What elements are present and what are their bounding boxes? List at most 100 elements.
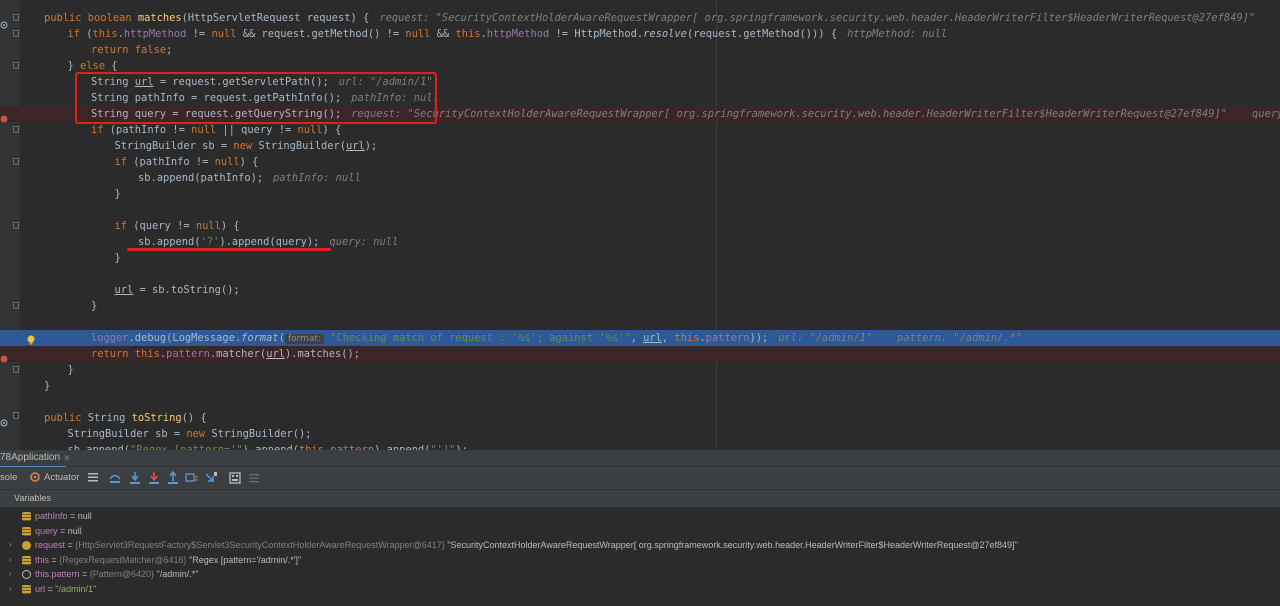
breakpoint-icon[interactable] bbox=[0, 348, 8, 363]
variable-value: "SecurityContextHolderAwareRequestWrappe… bbox=[447, 540, 1018, 550]
override-icon[interactable] bbox=[0, 412, 8, 427]
equals-sign: = bbox=[65, 540, 76, 550]
fold-marker-icon[interactable] bbox=[13, 126, 19, 133]
code-token: return this bbox=[91, 348, 160, 360]
variable-row[interactable]: › this.pattern = {Pattern@6420} "/admin/.… bbox=[0, 567, 1280, 582]
code-token: , bbox=[661, 332, 675, 344]
code-token: new bbox=[233, 140, 259, 152]
code-editor[interactable]: public boolean matches(HttpServletReques… bbox=[0, 0, 1280, 450]
variable-value: "Regex [pattern='/admin/.*']" bbox=[189, 554, 302, 565]
expand-chevron-icon[interactable]: › bbox=[9, 553, 12, 568]
console-tab[interactable]: sole bbox=[0, 467, 17, 489]
code-line[interactable] bbox=[0, 202, 1280, 218]
code-line[interactable]: public boolean matches(HttpServletReques… bbox=[0, 10, 1280, 26]
layout-settings-icon[interactable] bbox=[247, 471, 261, 485]
code-token: StringBuilder sb = bbox=[114, 140, 234, 152]
override-icon[interactable] bbox=[0, 14, 8, 29]
code-line[interactable]: } bbox=[0, 250, 1280, 266]
code-line[interactable]: if (pathInfo != null || query != null) { bbox=[0, 122, 1280, 138]
debug-session-tab[interactable]: 78Application bbox=[0, 450, 67, 468]
code-token: if bbox=[114, 156, 134, 168]
code-line[interactable]: url = sb.toString(); bbox=[0, 282, 1280, 298]
step-out-icon[interactable] bbox=[166, 470, 180, 485]
variables-title: Variables bbox=[14, 493, 51, 503]
fold-marker-icon[interactable] bbox=[13, 158, 19, 165]
code-token: httpMethod bbox=[123, 28, 187, 40]
breakpoint-icon[interactable] bbox=[0, 108, 8, 123]
step-over-icon[interactable] bbox=[108, 471, 122, 485]
code-token: return false bbox=[91, 44, 167, 56]
code-line[interactable]: StringBuilder sb = new StringBuilder(url… bbox=[0, 138, 1280, 154]
fold-marker-icon[interactable] bbox=[13, 302, 19, 309]
inline-debug-value: request: "SecurityContextHolderAwareRequ… bbox=[351, 108, 1280, 120]
code-line[interactable]: return false; bbox=[0, 42, 1280, 58]
code-token: != bbox=[186, 28, 212, 40]
expand-chevron-icon[interactable]: › bbox=[9, 582, 12, 597]
variable-entry: query = null bbox=[35, 524, 82, 539]
code-line[interactable]: if (pathInfo != null) { bbox=[0, 154, 1280, 170]
actuator-tab[interactable]: Actuator bbox=[44, 467, 79, 489]
code-line[interactable]: StringBuilder sb = new StringBuilder(); bbox=[0, 426, 1280, 442]
fold-marker-icon[interactable] bbox=[13, 222, 19, 229]
code-line[interactable]: sb.append(pathInfo); pathInfo: null bbox=[0, 170, 1280, 186]
inline-debug-value: request: "SecurityContextHolderAwareRequ… bbox=[379, 12, 1256, 24]
fold-marker-icon[interactable] bbox=[13, 14, 19, 21]
variable-row[interactable]: › url = "/admin/1" bbox=[0, 582, 1280, 597]
code-token: ; bbox=[166, 44, 173, 56]
evaluate-expression-icon[interactable] bbox=[228, 471, 242, 485]
variable-row[interactable]: › request = {HttpServlet3RequestFactory$S… bbox=[0, 538, 1280, 553]
variable-name: this bbox=[35, 554, 50, 565]
close-icon[interactable]: × bbox=[64, 453, 70, 464]
code-token: else bbox=[80, 60, 106, 72]
code-line[interactable]: } bbox=[0, 298, 1280, 314]
fold-marker-icon[interactable] bbox=[13, 412, 19, 419]
code-text: sb.append("Regex [pattern='").append(thi… bbox=[68, 442, 468, 450]
field-icon bbox=[22, 512, 31, 521]
code-token: new bbox=[186, 428, 212, 440]
code-line[interactable]: if (query != null) { bbox=[0, 218, 1280, 234]
run-to-cursor-icon[interactable] bbox=[204, 471, 218, 485]
code-line[interactable]: public String toString() { bbox=[0, 410, 1280, 426]
code-line[interactable] bbox=[0, 314, 1280, 330]
code-token: this bbox=[674, 332, 700, 344]
code-line[interactable]: } bbox=[0, 362, 1280, 378]
code-line[interactable]: logger.debug(LogMessage.format(format: "… bbox=[0, 330, 1280, 346]
code-token: url bbox=[345, 140, 365, 152]
variable-row[interactable]: pathInfo = null bbox=[0, 509, 1280, 524]
variables-tree[interactable]: pathInfo = null query = null › request = {H… bbox=[0, 508, 1280, 606]
menu-icon[interactable] bbox=[86, 471, 100, 485]
code-token: StringBuilder(); bbox=[211, 428, 312, 440]
code-line[interactable]: } bbox=[0, 186, 1280, 202]
variable-row[interactable]: query = null bbox=[0, 524, 1280, 539]
step-into-icon[interactable] bbox=[128, 471, 142, 485]
code-token: && bbox=[430, 28, 456, 40]
code-token: if bbox=[114, 220, 134, 232]
code-text: public String toString() { bbox=[44, 410, 207, 426]
fold-marker-icon[interactable] bbox=[13, 366, 19, 373]
code-token: (pathInfo != bbox=[133, 156, 215, 168]
variable-type: {RegexRequestMatcher@6416} bbox=[59, 554, 187, 565]
drop-frame-icon[interactable] bbox=[185, 471, 199, 485]
code-token: (pathInfo != bbox=[109, 124, 192, 136]
expand-chevron-icon[interactable]: › bbox=[9, 538, 12, 553]
code-line[interactable]: sb.append("Regex [pattern='").append(thi… bbox=[0, 442, 1280, 450]
variable-row[interactable]: › this = {RegexRequestMatcher@6416} "Rege… bbox=[0, 553, 1280, 568]
code-line[interactable] bbox=[0, 266, 1280, 282]
code-line[interactable]: return this.pattern.matcher(url).matches… bbox=[0, 346, 1280, 362]
fold-marker-icon[interactable] bbox=[13, 62, 19, 69]
code-token: "Checking match of request : '%s'; again… bbox=[324, 332, 631, 344]
code-line[interactable]: if (this.httpMethod != null && request.g… bbox=[0, 26, 1280, 42]
code-text: } bbox=[91, 298, 97, 314]
expand-chevron-icon[interactable]: › bbox=[9, 567, 12, 582]
fold-marker-icon[interactable] bbox=[13, 30, 19, 37]
code-line[interactable]: } bbox=[0, 378, 1280, 394]
code-token: logger bbox=[91, 332, 129, 344]
code-text: url = sb.toString(); bbox=[115, 282, 240, 298]
lightbulb-icon[interactable] bbox=[26, 330, 36, 345]
code-token: = sb.toString(); bbox=[133, 284, 240, 296]
code-token: != HttpMethod. bbox=[549, 28, 644, 40]
force-step-into-icon[interactable] bbox=[147, 471, 161, 485]
code-line[interactable] bbox=[0, 394, 1280, 410]
inline-debug-value: pathInfo: null bbox=[273, 172, 361, 184]
code-token: '?' bbox=[200, 236, 220, 248]
